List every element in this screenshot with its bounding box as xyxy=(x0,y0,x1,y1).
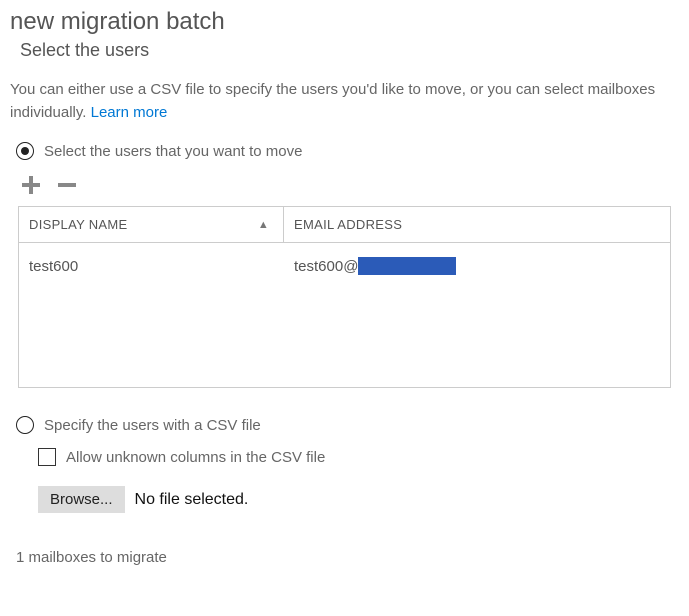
table-body: test600 test600@ xyxy=(19,243,670,387)
radio-select-users[interactable]: Select the users that you want to move xyxy=(16,142,679,160)
radio-empty-icon xyxy=(16,416,34,434)
radio-csv-label: Specify the users with a CSV file xyxy=(44,417,261,434)
intro-text: You can either use a CSV file to specify… xyxy=(10,79,679,124)
col-header-display-name-label: DISPLAY NAME xyxy=(29,217,128,232)
learn-more-link[interactable]: Learn more xyxy=(91,104,168,121)
minus-icon xyxy=(56,174,78,196)
user-table-toolbar xyxy=(20,174,679,196)
file-status: No file selected. xyxy=(135,491,249,509)
table-row[interactable]: test600 test600@ xyxy=(19,243,670,281)
page-subtitle: Select the users xyxy=(20,40,679,61)
remove-user-button[interactable] xyxy=(56,174,78,196)
radio-select-users-label: Select the users that you want to move xyxy=(44,143,302,160)
users-table: DISPLAY NAME ▲ EMAIL ADDRESS test600 tes… xyxy=(18,206,671,388)
sort-asc-icon: ▲ xyxy=(258,219,269,231)
page-title: new migration batch xyxy=(10,8,679,36)
radio-csv[interactable]: Specify the users with a CSV file xyxy=(16,416,679,434)
table-header: DISPLAY NAME ▲ EMAIL ADDRESS xyxy=(19,207,670,243)
col-header-display-name[interactable]: DISPLAY NAME ▲ xyxy=(19,207,284,242)
allow-unknown-checkbox-row[interactable]: Allow unknown columns in the CSV file xyxy=(38,448,679,466)
checkbox-icon xyxy=(38,448,56,466)
footer-status: 1 mailboxes to migrate xyxy=(16,549,679,566)
file-picker-row: Browse... No file selected. xyxy=(38,486,679,513)
col-header-email-label: EMAIL ADDRESS xyxy=(294,217,402,232)
add-user-button[interactable] xyxy=(20,174,42,196)
cell-email-prefix: test600@ xyxy=(294,258,358,275)
allow-unknown-label: Allow unknown columns in the CSV file xyxy=(66,449,325,466)
redacted-domain xyxy=(358,257,456,275)
browse-button[interactable]: Browse... xyxy=(38,486,125,513)
plus-icon xyxy=(20,174,42,196)
cell-display-name: test600 xyxy=(19,257,284,275)
radio-dot-icon xyxy=(16,142,34,160)
col-header-email[interactable]: EMAIL ADDRESS xyxy=(284,207,670,242)
cell-email: test600@ xyxy=(284,257,670,275)
